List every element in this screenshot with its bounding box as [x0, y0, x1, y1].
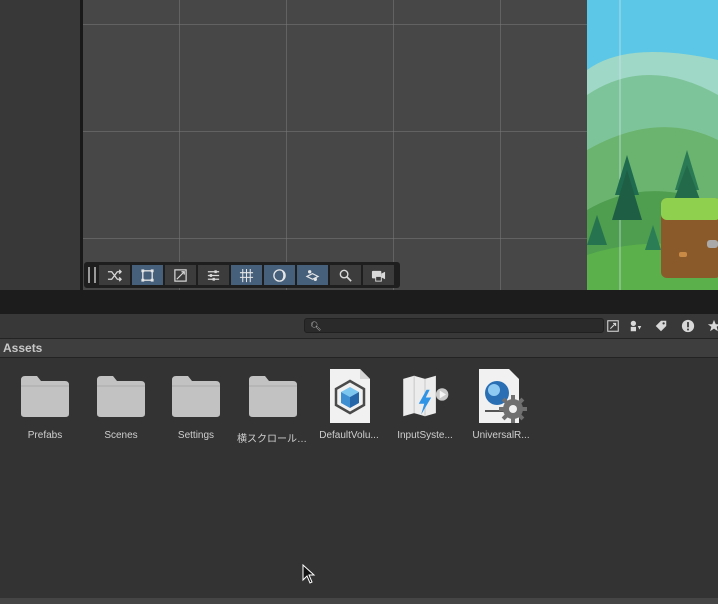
- transform-gizmo-icon: [174, 268, 187, 282]
- render-pipeline-asset-icon: [473, 368, 529, 424]
- asset-item-default-volume[interactable]: DefaultVolu...: [311, 368, 387, 441]
- snap-grid-button[interactable]: [231, 265, 262, 285]
- warning-count-icon: [681, 319, 695, 333]
- asset-grid: Prefabs Scenes Settings 横スクロールア... Defau…: [0, 358, 718, 598]
- asset-item-side-scroll-folder[interactable]: 横スクロールア...: [235, 368, 311, 445]
- camera-icon: [371, 270, 386, 282]
- scene-overlay-toolbar: [84, 262, 400, 288]
- asset-label: InputSyste...: [397, 430, 453, 441]
- filter-by-label-icon: [655, 320, 667, 332]
- gizmos-icon: [305, 269, 320, 281]
- sliders-button[interactable]: [198, 265, 229, 285]
- asset-label: Settings: [177, 430, 215, 441]
- transform-gizmo-button[interactable]: [165, 265, 196, 285]
- search-icon: 🔍︎: [310, 321, 322, 331]
- scene-visibility-icon: [607, 320, 619, 332]
- gizmos-button[interactable]: [297, 265, 328, 285]
- asset-item-universal-rp[interactable]: UniversalR...: [463, 368, 539, 441]
- breadcrumb-assets[interactable]: Assets: [3, 341, 42, 355]
- asset-item-scenes[interactable]: Scenes: [83, 368, 159, 441]
- breadcrumb: Assets: [0, 338, 718, 358]
- folder-icon: [168, 368, 224, 424]
- status-bar: [0, 598, 718, 604]
- panel-divider: [0, 290, 718, 314]
- shading-mode-icon: [273, 268, 286, 282]
- rect-tool-button[interactable]: [132, 265, 163, 285]
- project-search-input[interactable]: 🔍︎: [304, 318, 604, 333]
- volume-profile-icon: [321, 368, 377, 424]
- game-scene-sprite[interactable]: [587, 0, 718, 290]
- input-actions-icon: [397, 368, 453, 424]
- scene-view[interactable]: [83, 0, 587, 290]
- asset-label: DefaultVolu...: [319, 430, 379, 441]
- scene-visibility-button[interactable]: [604, 318, 622, 334]
- shuffle-button[interactable]: [99, 265, 130, 285]
- sliders-icon: [207, 269, 220, 281]
- filter-by-type-button[interactable]: [627, 318, 645, 334]
- asset-label: Prefabs: [27, 430, 63, 441]
- search-icon: [339, 269, 352, 282]
- rect-tool-icon: [141, 268, 154, 282]
- favorites-star-button[interactable]: [705, 318, 718, 334]
- asset-item-settings[interactable]: Settings: [158, 368, 234, 441]
- asset-label: Scenes: [104, 430, 138, 441]
- asset-label: 横スクロールア...: [237, 434, 311, 445]
- warning-count-button[interactable]: [679, 318, 697, 334]
- hierarchy-panel: [0, 0, 81, 290]
- toolbar-grip-handle[interactable]: [88, 267, 96, 283]
- shading-mode-button[interactable]: [264, 265, 295, 285]
- asset-item-input-system[interactable]: InputSyste...: [387, 368, 463, 441]
- folder-icon: [93, 368, 149, 424]
- folder-icon: [17, 368, 73, 424]
- landscape-background-image: [587, 0, 718, 290]
- filter-by-type-icon: [630, 320, 642, 332]
- snap-grid-icon: [239, 268, 254, 282]
- mouse-cursor-icon: [302, 564, 316, 584]
- scene-search-button[interactable]: [330, 265, 361, 285]
- favorites-star-icon: [707, 319, 718, 332]
- shuffle-icon: [107, 268, 122, 282]
- asset-label: UniversalR...: [472, 430, 530, 441]
- scene-camera-button[interactable]: [363, 265, 394, 285]
- filter-by-label-button[interactable]: [652, 318, 670, 334]
- asset-item-prefabs[interactable]: Prefabs: [7, 368, 83, 441]
- folder-icon: [245, 368, 301, 424]
